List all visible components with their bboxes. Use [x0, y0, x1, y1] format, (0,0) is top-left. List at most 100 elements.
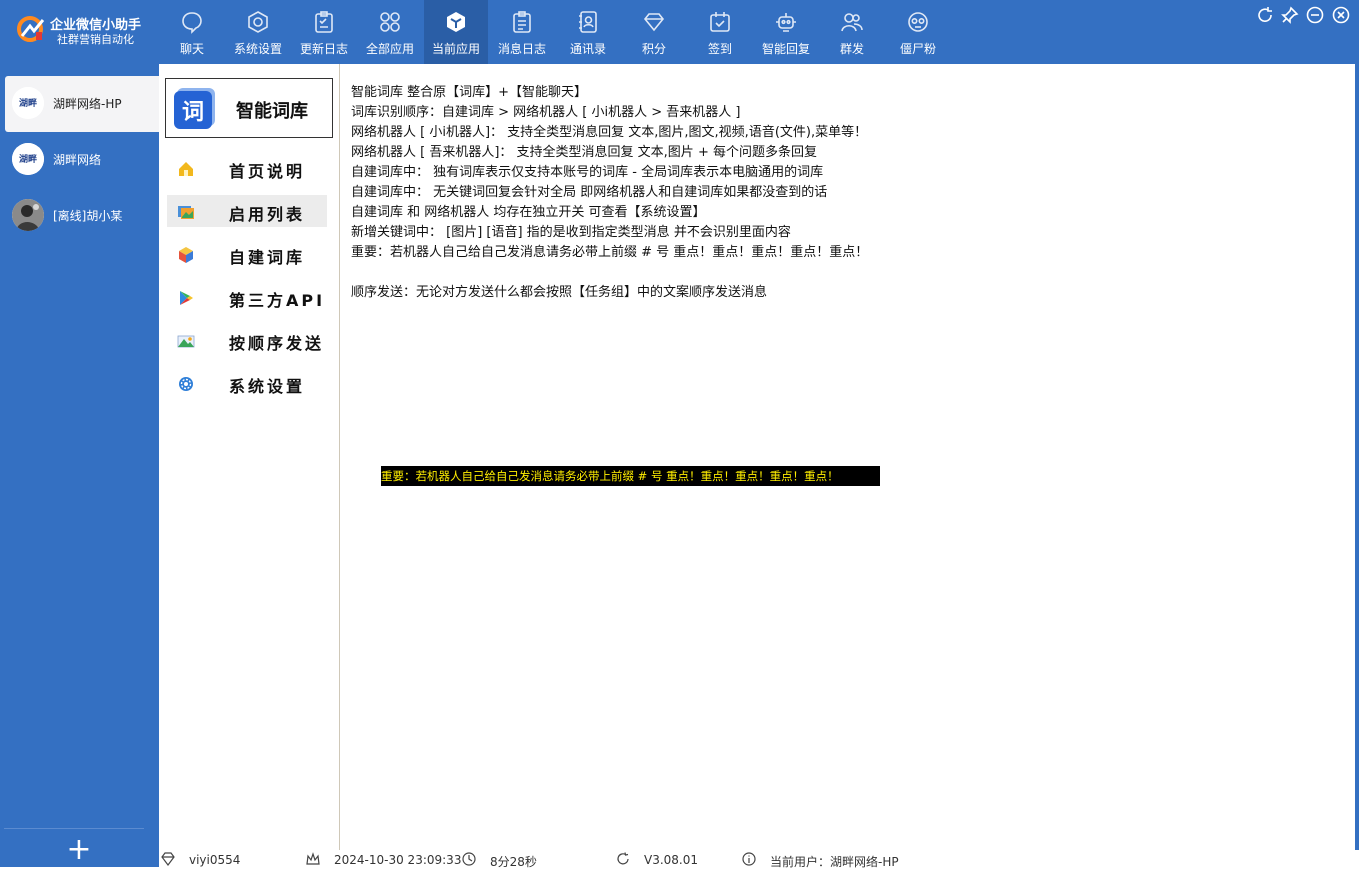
- app-logo: 企业微信小助手 社群营销自动化: [0, 0, 158, 64]
- apps-grid-icon: [380, 12, 400, 32]
- account-item-offline[interactable]: [离线]胡小某: [5, 188, 159, 244]
- nav-smart-reply[interactable]: 智能回复: [754, 0, 818, 64]
- account-name: 湖畔网络: [53, 153, 102, 167]
- menu-item-label: 启用列表: [229, 205, 306, 224]
- info-icon: [742, 852, 756, 866]
- contacts-icon: [579, 11, 597, 33]
- nav-contacts-label: 通讯录: [569, 42, 606, 56]
- module-header: 词 智能词库: [165, 78, 333, 138]
- nav-points-label: 积分: [641, 42, 666, 56]
- avatar: 湖畔: [12, 143, 44, 175]
- version-text: V3.08.01: [644, 853, 699, 867]
- nav-sign-in[interactable]: 签到: [688, 0, 752, 64]
- description-line: 智能词库 整合原【词库】+【智能聊天】: [351, 85, 588, 100]
- user-id-text: viyi0554: [189, 853, 241, 867]
- minimize-icon[interactable]: [1306, 6, 1324, 24]
- menu-item-label: 第三方API: [229, 291, 326, 310]
- account-item-hp[interactable]: 湖畔 湖畔网络-HP: [5, 76, 159, 132]
- menu-item-system-settings[interactable]: 系统设置: [167, 367, 327, 399]
- menu-item-third-party-api[interactable]: 第三方API: [167, 281, 327, 313]
- cube-icon: [447, 12, 465, 32]
- avatar: [12, 199, 44, 231]
- nav-message-log-label: 消息日志: [497, 42, 546, 56]
- nav-all-apps-label: 全部应用: [365, 42, 414, 56]
- diamond-icon: [643, 13, 665, 32]
- nav-update-log-label: 更新日志: [299, 42, 348, 56]
- nav-group-send[interactable]: 群发: [820, 0, 884, 64]
- description-line: 自建词库 和 网络机器人 均存在独立开关 可查看【系统设置】: [351, 205, 706, 220]
- nav-update-log[interactable]: 更新日志: [292, 0, 356, 64]
- description-line: 自建词库中： 无关键词回复会针对全局 即网络机器人和自建词库如果都没查到的话: [351, 185, 828, 200]
- nav-message-log[interactable]: 消息日志: [490, 0, 554, 64]
- menu-item-enabled-list[interactable]: 启用列表: [167, 195, 327, 227]
- pin-icon[interactable]: [1281, 6, 1299, 24]
- module-icon: 词: [174, 88, 215, 129]
- description-line: 新增关键词中： [图片] [语音] 指的是收到指定类型消息 并不会识别里面内容: [351, 225, 791, 240]
- avatar-label: 湖畔: [19, 153, 37, 165]
- calendar-check-icon: [710, 12, 730, 32]
- description-line: 网络机器人 [ 吾来机器人]： 支持全类型消息回复 文本,图片 + 每个问题多条…: [351, 145, 817, 160]
- sidebar-divider: [4, 828, 144, 829]
- gear-icon: [179, 377, 193, 391]
- avatar-label: 湖畔: [19, 97, 37, 109]
- right-edge-bar: [1355, 64, 1359, 850]
- add-account-button[interactable]: +: [64, 835, 94, 865]
- important-banner: 重要：若机器人自己给自己发消息请务必带上前缀 # 号 重点！重点！重点！重点！重…: [381, 466, 880, 486]
- description-line: 重要：若机器人自己给自己发消息请务必带上前缀 # 号 重点！重点！重点！重点！重…: [351, 245, 869, 260]
- nav-group-send-label: 群发: [839, 42, 864, 56]
- nav-zombie-fans[interactable]: 僵尸粉: [886, 0, 950, 64]
- current-user-text: 当前用户：湖畔网络-HP: [770, 855, 899, 869]
- account-name: 湖畔网络-HP: [53, 97, 122, 111]
- home-icon: [179, 162, 193, 176]
- menu-item-home[interactable]: 首页说明: [167, 152, 327, 184]
- nav-all-apps[interactable]: 全部应用: [358, 0, 422, 64]
- message-log-icon: [513, 11, 531, 33]
- crown-icon: [306, 852, 320, 865]
- description-line: 自建词库中： 独有词库表示仅支持本账号的词库 - 全局词库表示本电脑通用的词库: [351, 165, 824, 180]
- robot-icon: [776, 13, 796, 32]
- sequential-send-note: 顺序发送：无论对方发送什么都会按照【任务组】中的文案顺序发送消息: [351, 285, 768, 300]
- menu-item-sequential-send[interactable]: 按顺序发送: [167, 324, 327, 356]
- mountain-image-icon: [177, 335, 195, 348]
- package-icon: [179, 247, 193, 263]
- nav-chat[interactable]: 聊天: [160, 0, 224, 64]
- avatar: 湖畔: [12, 87, 44, 119]
- top-toolbar: 企业微信小助手 社群营销自动化 聊天 系统设置 更新日志 全部应用 当前应用 消…: [0, 0, 1359, 64]
- settings-hexagon-icon: [248, 11, 268, 33]
- nav-contacts[interactable]: 通讯录: [556, 0, 620, 64]
- menu-item-label: 首页说明: [229, 162, 306, 181]
- refresh-icon[interactable]: [1256, 6, 1274, 24]
- nav-system-settings-label: 系统设置: [233, 42, 282, 56]
- clock-icon: [462, 852, 476, 866]
- module-icon-char: 词: [182, 100, 204, 125]
- group-users-icon: [841, 13, 863, 32]
- menu-item-label: 按顺序发送: [229, 334, 325, 353]
- menu-item-label: 系统设置: [229, 377, 306, 396]
- clipboard-check-icon: [315, 11, 333, 33]
- diamond-outline-icon: [161, 852, 175, 866]
- app-subtitle: 社群营销自动化: [57, 33, 134, 46]
- play-store-icon: [180, 291, 193, 305]
- nav-zombie-fans-label: 僵尸粉: [899, 42, 936, 56]
- status-bar: viyi0554 2024-10-30 23:09:33 8分28秒 V3.08…: [159, 850, 1359, 869]
- description-line: 词库识别顺序：自建词库 > 网络机器人 [ 小i机器人 > 吾来机器人 ]: [351, 105, 741, 120]
- nav-current-app-label: 当前应用: [431, 42, 480, 56]
- account-item-hupan[interactable]: 湖畔 湖畔网络: [5, 132, 159, 188]
- account-sidebar: 湖畔 湖畔网络-HP 湖畔 湖畔网络 [离线]胡小某 +: [0, 64, 159, 867]
- nav-system-settings[interactable]: 系统设置: [226, 0, 290, 64]
- close-icon[interactable]: [1332, 6, 1350, 24]
- menu-item-custom-lexicon[interactable]: 自建词库: [167, 238, 327, 270]
- app-logo-icon: [17, 16, 45, 42]
- nav-current-app[interactable]: 当前应用: [424, 0, 488, 64]
- list-image-icon: [178, 206, 194, 219]
- chat-bubble-icon: [182, 12, 202, 34]
- menu-item-label: 自建词库: [229, 248, 306, 267]
- account-name: [离线]胡小某: [53, 209, 123, 223]
- module-title: 智能词库: [236, 101, 308, 122]
- module-menu: 词 智能词库 首页说明 启用列表 自建词库 第三方API 按顺序发送 系统设置: [159, 64, 340, 850]
- description-line: 网络机器人 [ 小i机器人]： 支持全类型消息回复 文本,图片,图文,视频,语音…: [351, 125, 868, 140]
- nav-points[interactable]: 积分: [622, 0, 686, 64]
- nav-smart-reply-label: 智能回复: [761, 42, 810, 56]
- elapsed-text: 8分28秒: [490, 855, 537, 869]
